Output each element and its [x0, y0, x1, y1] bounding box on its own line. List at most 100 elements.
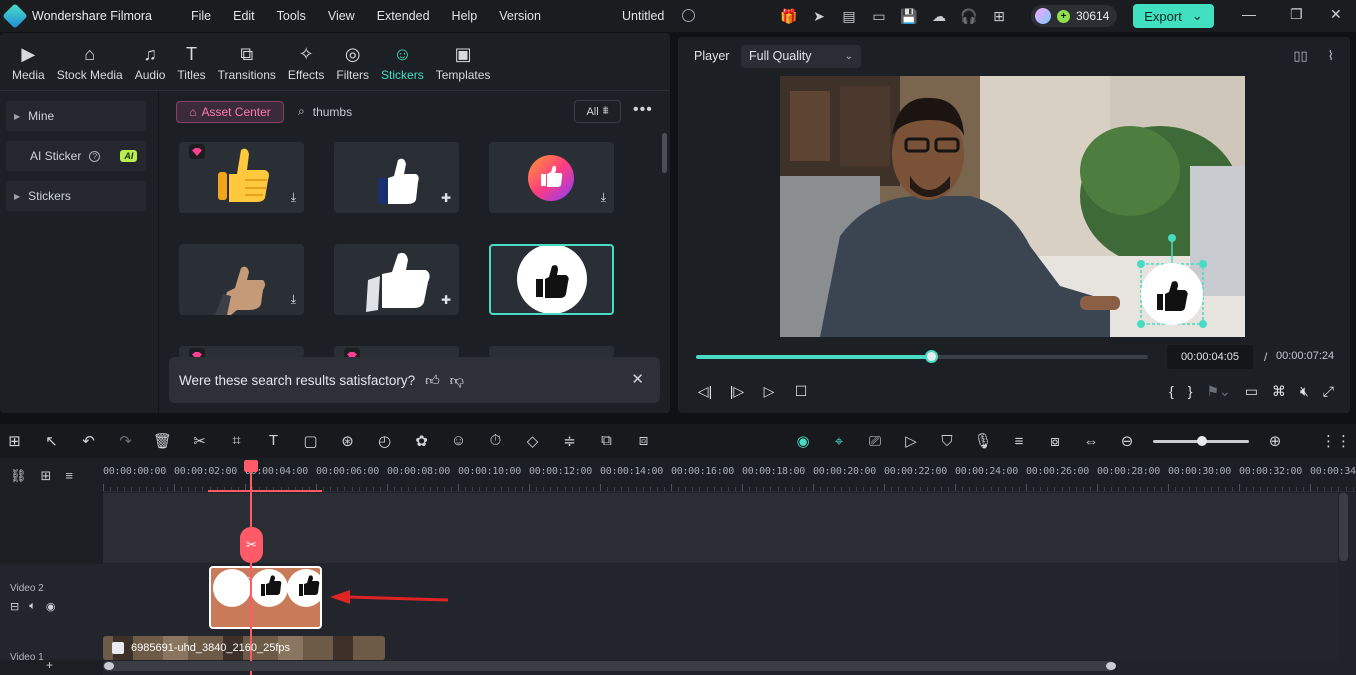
tab-templates[interactable]: ▣ Templates — [430, 33, 497, 91]
shield-icon[interactable]: ⛉ — [937, 433, 957, 450]
add-icon[interactable]: ✚ — [441, 191, 451, 205]
playback-progress[interactable] — [696, 350, 1148, 363]
sticker-card[interactable]: ✚ — [334, 142, 459, 213]
microphone-icon[interactable]: 🎙︎ — [973, 432, 993, 450]
library-scrollbar[interactable] — [662, 133, 667, 173]
ai-cutout-icon[interactable]: ⊛ — [337, 432, 358, 450]
tab-stickers[interactable]: ☺ Stickers — [375, 33, 430, 91]
thumbs-up-feedback-icon[interactable]: 👍︎ — [425, 372, 440, 389]
mute-icon[interactable]: 🔇︎ — [1300, 383, 1309, 400]
minimize-icon[interactable]: — — [1242, 6, 1256, 22]
track-video-2[interactable]: Video 2 ⊟ 🔈︎ ◉ — [0, 564, 1338, 636]
mark-in-icon[interactable]: { — [1169, 383, 1174, 400]
tab-stock-media[interactable]: ⌂ Stock Media — [51, 33, 129, 91]
split-playhead-icon[interactable]: ✂ — [240, 527, 263, 563]
sidebar-item-ai-sticker[interactable]: AI Sticker ? AI — [6, 141, 146, 171]
subtitle-icon[interactable]: ▤ — [840, 7, 858, 25]
crop-icon[interactable]: ⌗ — [226, 432, 247, 450]
menu-view[interactable]: View — [317, 9, 366, 23]
menu-file[interactable]: File — [180, 9, 222, 23]
video-clip[interactable]: 6985691-uhd_3840_2160_25fps — [103, 636, 385, 660]
current-time[interactable]: 00:00:04:05 — [1167, 345, 1253, 369]
zoom-out-icon[interactable]: ⊖ — [1117, 432, 1137, 450]
tab-media[interactable]: ▶ Media — [6, 33, 51, 91]
more-options-icon[interactable]: ••• — [633, 101, 653, 119]
tab-effects[interactable]: ✧ Effects — [282, 33, 330, 91]
ai-translate-icon[interactable]: ⧉ — [596, 432, 617, 450]
menu-version[interactable]: Version — [488, 9, 552, 23]
folder-icon[interactable]: ⊟ — [10, 600, 19, 613]
gift-icon[interactable]: 🎁 — [780, 7, 798, 25]
timeline-ruler[interactable]: 00:00:00:00 00:00:02:00 00:00:04:00 00:00:0… — [103, 458, 1356, 492]
add-track-button[interactable]: + — [46, 658, 53, 672]
thumbs-down-feedback-icon[interactable]: 👎︎ — [450, 372, 464, 389]
quality-dropdown[interactable]: Full Quality ⌄ — [741, 45, 861, 68]
audio-mixer-icon[interactable]: ≡ — [1009, 433, 1029, 450]
track-layout-icon[interactable]: ≡ — [65, 468, 73, 484]
record-icon[interactable]: ⎚ — [865, 433, 885, 450]
layout-grid-icon[interactable]: ⊞ — [4, 432, 25, 450]
marker-icon[interactable]: ⚑⌄ — [1206, 383, 1230, 400]
scroll-handle-left[interactable] — [104, 662, 114, 670]
help-icon[interactable]: ? — [89, 150, 101, 162]
search-input[interactable]: ⌕ thumbs — [298, 104, 352, 119]
menu-tools[interactable]: Tools — [266, 9, 317, 23]
download-icon[interactable]: ⤓ — [291, 190, 296, 205]
empty-track[interactable] — [103, 493, 1338, 563]
zoom-knob[interactable] — [1197, 435, 1207, 446]
scroll-handle-right[interactable] — [1106, 662, 1116, 670]
close-icon[interactable]: ✕ — [631, 370, 644, 388]
play-icon[interactable]: ▷ — [760, 383, 778, 400]
speed-icon[interactable]: ◴ — [374, 432, 395, 450]
timeline-vscroll[interactable] — [1339, 493, 1348, 561]
sticker-card[interactable]: ⤓ — [179, 244, 304, 315]
redo-icon[interactable]: ↷ — [115, 432, 136, 450]
playhead-handle[interactable] — [244, 460, 258, 472]
download-icon[interactable]: ⤓ — [291, 292, 296, 307]
timeline-hscroll[interactable] — [103, 661, 1116, 671]
tab-audio[interactable]: ♫ Audio — [129, 33, 172, 91]
next-frame-icon[interactable]: |▷ — [728, 383, 746, 400]
add-track-icon[interactable]: ⊞ — [41, 468, 52, 484]
stop-icon[interactable]: ☐ — [792, 383, 810, 400]
menu-extended[interactable]: Extended — [366, 9, 441, 23]
zoom-slider[interactable] — [1153, 435, 1249, 446]
undo-icon[interactable]: ↶ — [78, 432, 99, 450]
menu-edit[interactable]: Edit — [222, 9, 266, 23]
split-icon[interactable]: ✂ — [189, 432, 210, 450]
sticker-card[interactable]: ⤓ — [179, 142, 304, 213]
volume-icon[interactable]: 🔈︎ — [29, 600, 36, 613]
chevron-down-icon[interactable]: ⌄ — [1192, 8, 1203, 24]
tab-transitions[interactable]: ⧉ Transitions — [212, 33, 282, 91]
export-button[interactable]: Export ⌄ — [1133, 4, 1214, 28]
fit-icon[interactable]: ⇔ — [1081, 433, 1101, 450]
render-icon[interactable]: ▷ — [901, 432, 921, 450]
ai-portrait-icon[interactable]: ☺ — [448, 432, 469, 450]
avatar[interactable] — [1035, 8, 1051, 24]
progress-knob[interactable] — [925, 350, 939, 363]
keyframe-icon[interactable]: ◇ — [522, 432, 543, 450]
snapshot-icon[interactable]: ⌘ — [1272, 383, 1286, 400]
delete-icon[interactable]: 🗑︎ — [152, 432, 173, 450]
cloud-upload-icon[interactable]: ☁ — [930, 7, 948, 25]
grid-apps-icon[interactable]: ⊞ — [990, 7, 1008, 25]
display-icon[interactable]: ▭ — [1245, 383, 1258, 400]
zoom-in-icon[interactable]: ⊕ — [1265, 432, 1285, 450]
credits-pill[interactable]: + 30614 — [1031, 5, 1117, 27]
sticker-card-selected[interactable] — [489, 244, 614, 315]
sticker-card[interactable]: ✚ — [334, 244, 459, 315]
menu-help[interactable]: Help — [441, 9, 489, 23]
eye-icon[interactable]: ◉ — [46, 600, 56, 613]
sidebar-item-mine[interactable]: ▶ Mine — [6, 101, 146, 131]
restore-icon[interactable]: ❐ — [1290, 6, 1303, 23]
mark-out-icon[interactable]: } — [1188, 383, 1193, 400]
select-icon[interactable]: ↖ — [41, 432, 62, 450]
color-icon[interactable]: ✿ — [411, 432, 432, 450]
sticker-clip[interactable]: Ws Sticker — [209, 566, 322, 629]
ai-copilot-icon[interactable]: ◉ — [793, 432, 813, 450]
pip-icon[interactable]: ⧇ — [1045, 433, 1065, 450]
save-icon[interactable]: 💾 — [900, 7, 918, 25]
grid-view-icon[interactable]: ▯▯ — [1293, 48, 1307, 64]
scope-icon[interactable]: ⌇ — [1328, 48, 1334, 64]
fullscreen-icon[interactable]: ⤢ — [1323, 383, 1334, 400]
